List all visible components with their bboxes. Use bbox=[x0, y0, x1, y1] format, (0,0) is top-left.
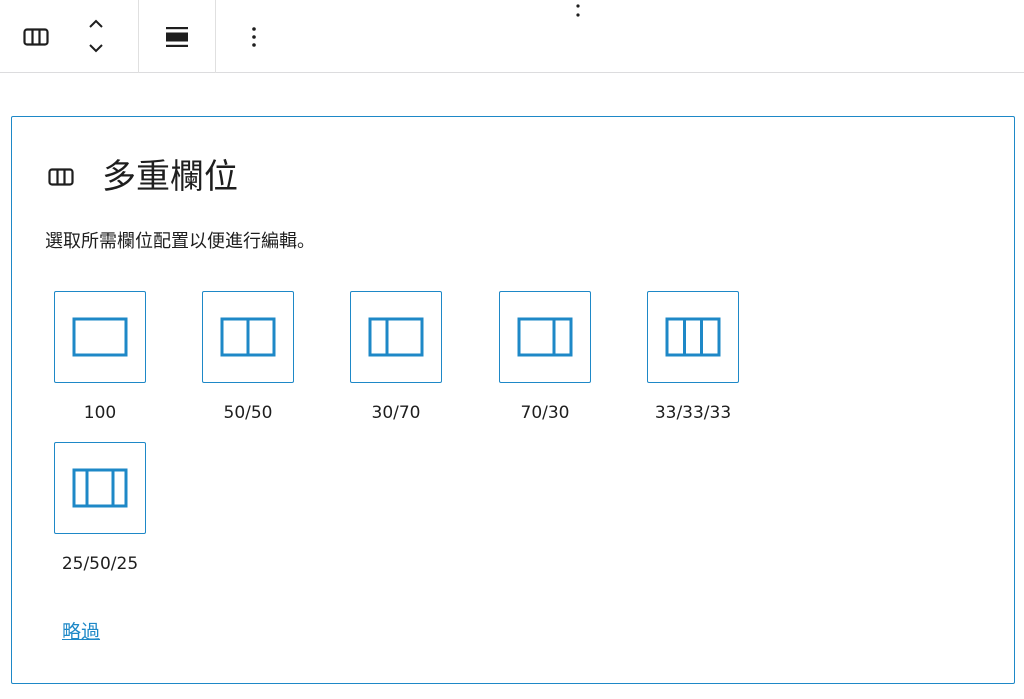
layout-50-50-icon bbox=[220, 317, 276, 357]
toolbar-group-block bbox=[0, 0, 139, 73]
variation-label: 30/70 bbox=[371, 403, 421, 423]
variation-label: 50/50 bbox=[223, 403, 273, 423]
placeholder-instructions: 選取所需欄位配置以便進行編輯。 bbox=[45, 231, 315, 252]
columns-icon bbox=[23, 28, 49, 46]
align-button[interactable] bbox=[155, 20, 199, 54]
move-up-button[interactable] bbox=[78, 12, 114, 36]
columns-placeholder: 多重欄位 選取所需欄位配置以便進行編輯。 100 50/50 30/70 70/… bbox=[11, 116, 1015, 684]
layout-70-30-icon bbox=[517, 317, 573, 357]
options-button[interactable] bbox=[232, 20, 276, 54]
more-vertical-icon bbox=[252, 27, 256, 47]
toolbar-group-options bbox=[216, 0, 292, 73]
variation-33-33-33-button[interactable] bbox=[647, 291, 739, 383]
block-toolbar bbox=[0, 0, 1024, 73]
variation-100-button[interactable] bbox=[54, 291, 146, 383]
block-type-button[interactable] bbox=[14, 20, 58, 54]
variation-label: 33/33/33 bbox=[654, 403, 732, 423]
variation-30-70-button[interactable] bbox=[350, 291, 442, 383]
align-wide-icon bbox=[166, 27, 188, 47]
variation-70-30-button[interactable] bbox=[499, 291, 591, 383]
placeholder-header: 多重欄位 bbox=[48, 155, 238, 199]
chevron-up-icon bbox=[89, 19, 103, 28]
move-down-button[interactable] bbox=[78, 36, 114, 60]
layout-33-33-33-icon bbox=[665, 317, 721, 357]
chevron-down-icon bbox=[89, 44, 103, 53]
variation-label: 25/50/25 bbox=[61, 554, 139, 574]
variation-label: 100 bbox=[83, 403, 117, 423]
layout-100-icon bbox=[72, 317, 128, 357]
variation-label: 70/30 bbox=[520, 403, 570, 423]
columns-icon bbox=[48, 166, 76, 188]
block-mover bbox=[78, 12, 114, 60]
more-vertical-icon bbox=[566, 0, 590, 24]
skip-link[interactable]: 略過 bbox=[62, 617, 100, 644]
variation-50-50-button[interactable] bbox=[202, 291, 294, 383]
variation-25-50-25-button[interactable] bbox=[54, 442, 146, 534]
layout-25-50-25-icon bbox=[72, 468, 128, 508]
placeholder-title: 多重欄位 bbox=[102, 157, 238, 197]
toolbar-group-align bbox=[139, 0, 216, 73]
layout-30-70-icon bbox=[368, 317, 424, 357]
